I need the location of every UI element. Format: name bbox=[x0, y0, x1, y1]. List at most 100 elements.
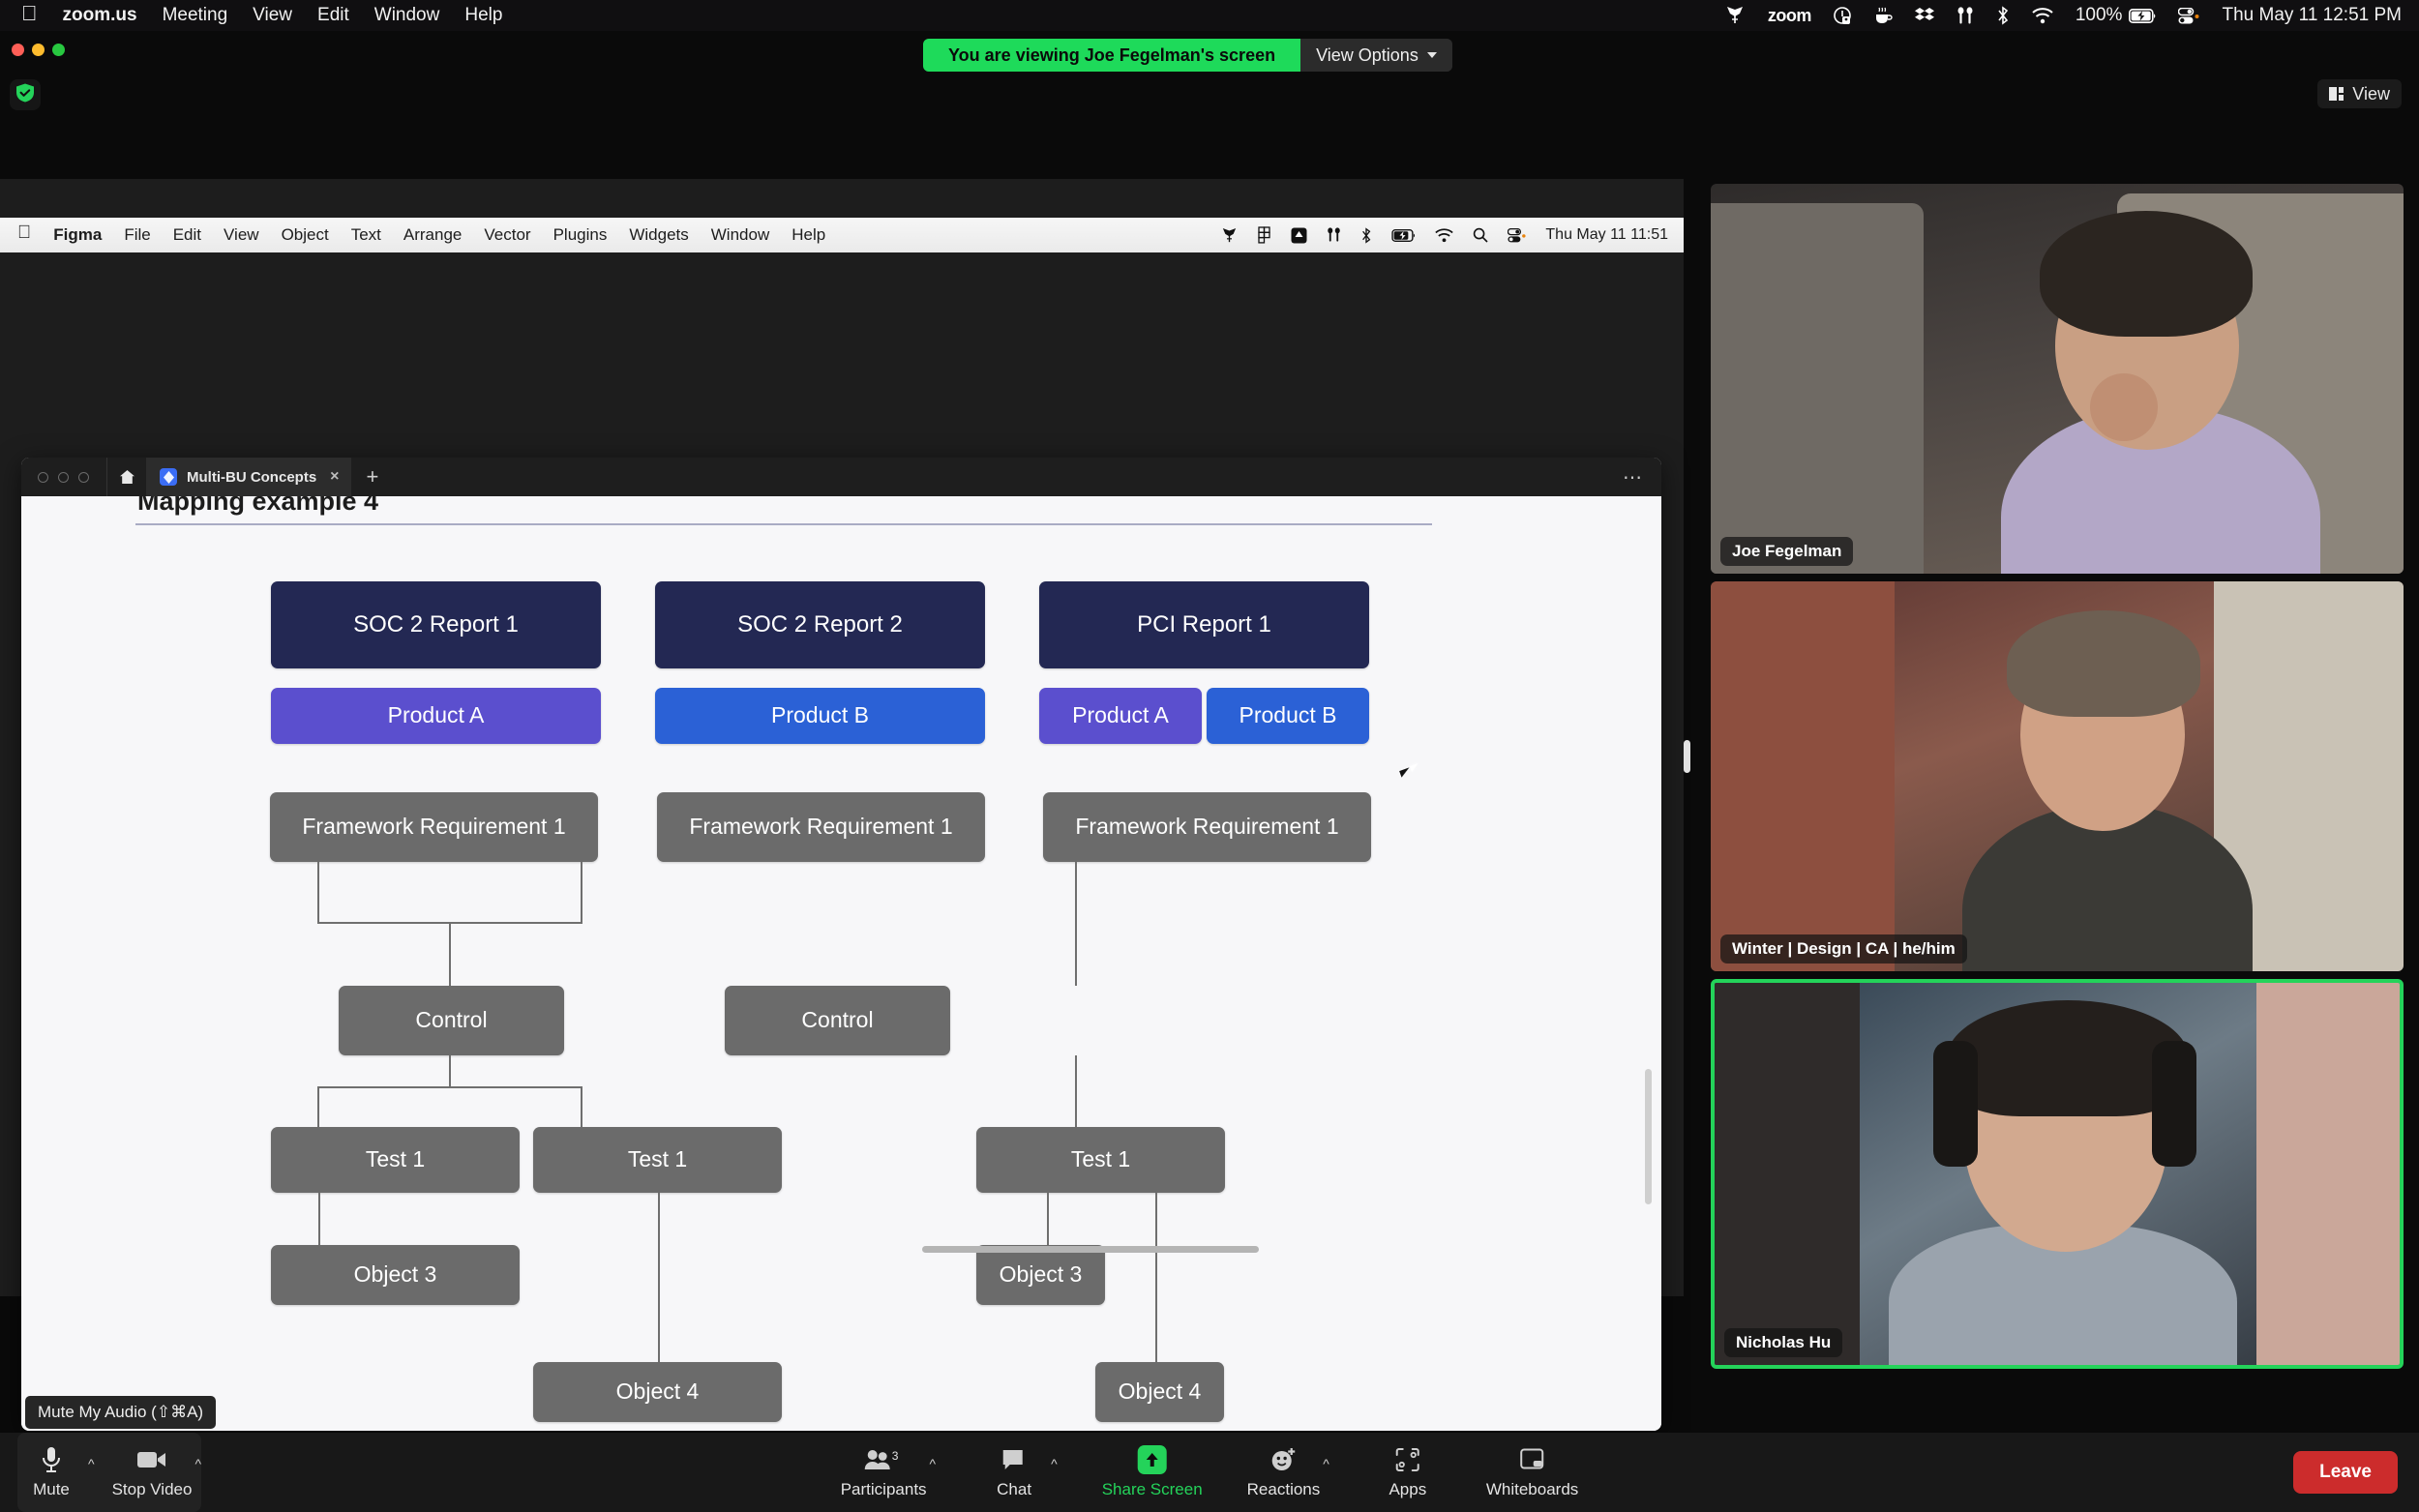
plus-icon[interactable]: + bbox=[367, 464, 379, 489]
chat-button[interactable]: Chat bbox=[980, 1433, 1048, 1512]
figma-menu-vector[interactable]: Vector bbox=[484, 225, 530, 245]
airpods-icon[interactable] bbox=[1956, 6, 1974, 25]
close-window-button[interactable] bbox=[38, 471, 48, 483]
node-product-a-col3[interactable]: Product A bbox=[1039, 688, 1202, 744]
figma-menu-figma[interactable]: Figma bbox=[53, 225, 102, 245]
node-test-1-col2[interactable]: Test 1 bbox=[533, 1127, 782, 1193]
connector bbox=[317, 1086, 581, 1088]
chat-chevron-up-icon[interactable]: ^ bbox=[1051, 1456, 1058, 1471]
node-control-2[interactable]: Control bbox=[725, 986, 950, 1055]
dropbox-icon[interactable] bbox=[1914, 7, 1934, 24]
wifi-icon[interactable] bbox=[2032, 7, 2053, 24]
home-icon[interactable] bbox=[107, 458, 146, 496]
node-object-3-col3[interactable]: Object 3 bbox=[976, 1245, 1105, 1305]
search-icon[interactable] bbox=[1473, 227, 1488, 243]
view-options-button[interactable]: View Options bbox=[1300, 39, 1452, 72]
node-object-3-col1[interactable]: Object 3 bbox=[271, 1245, 520, 1305]
figma-menu-widgets[interactable]: Widgets bbox=[629, 225, 688, 245]
menu-meeting[interactable]: Meeting bbox=[163, 5, 228, 26]
more-options-icon[interactable]: ⋯ bbox=[1623, 465, 1644, 489]
bluetooth-icon[interactable] bbox=[1360, 226, 1372, 244]
node-product-b-col2[interactable]: Product B bbox=[655, 688, 985, 744]
wifi-icon[interactable] bbox=[1435, 227, 1454, 243]
figma-menu-edit[interactable]: Edit bbox=[173, 225, 201, 245]
video-tile-winter[interactable]: Winter | Design | CA | he/him bbox=[1711, 581, 2404, 971]
leave-button[interactable]: Leave bbox=[2293, 1451, 2398, 1494]
node-framework-requirement-3[interactable]: Framework Requirement 1 bbox=[1043, 792, 1371, 862]
menu-edit[interactable]: Edit bbox=[317, 5, 349, 26]
menu-zoom-us[interactable]: zoom.us bbox=[63, 5, 137, 26]
close-window-button[interactable] bbox=[12, 44, 24, 56]
bartender-icon[interactable] bbox=[1724, 7, 1746, 24]
one-password-icon[interactable] bbox=[1834, 6, 1852, 25]
control-center-icon[interactable] bbox=[1508, 227, 1526, 243]
figma-menu-view[interactable]: View bbox=[224, 225, 259, 245]
share-resize-handle[interactable] bbox=[1684, 740, 1690, 773]
reactions-button[interactable]: Reactions bbox=[1247, 1433, 1320, 1512]
node-object-4-col3[interactable]: Object 4 bbox=[1095, 1362, 1224, 1422]
node-test-1-col1[interactable]: Test 1 bbox=[271, 1127, 520, 1193]
control-center-icon[interactable] bbox=[2178, 7, 2199, 24]
video-tile-nicholas-hu[interactable]: Nicholas Hu bbox=[1711, 979, 2404, 1369]
security-shield-icon bbox=[15, 82, 36, 108]
apple-icon[interactable]:  bbox=[17, 222, 31, 244]
reactions-chevron-up-icon[interactable]: ^ bbox=[1323, 1456, 1329, 1471]
shared-screen-region[interactable]:  Figma File Edit View Object Text Arran… bbox=[0, 179, 1684, 1431]
node-soc2-report-1[interactable]: SOC 2 Report 1 bbox=[271, 581, 601, 668]
video-options-chevron-up-icon[interactable]: ^ bbox=[194, 1456, 201, 1471]
dropbox-alt-icon[interactable] bbox=[1291, 227, 1307, 244]
battery-charging-icon[interactable] bbox=[2129, 8, 2156, 23]
node-product-b-col3[interactable]: Product B bbox=[1207, 688, 1369, 744]
apps-button[interactable]: Apps bbox=[1374, 1433, 1442, 1512]
airpods-icon[interactable] bbox=[1327, 227, 1341, 243]
vertical-scrollbar[interactable] bbox=[1645, 1069, 1652, 1204]
apple-icon[interactable]:  bbox=[21, 3, 38, 24]
figma-menu-window[interactable]: Window bbox=[711, 225, 769, 245]
bluetooth-icon[interactable] bbox=[1996, 6, 2010, 25]
share-screen-button[interactable]: Share Screen bbox=[1102, 1433, 1203, 1512]
video-tile-joe-fegelman[interactable]: Joe Fegelman bbox=[1711, 184, 2404, 574]
view-layout-button[interactable]: View bbox=[2317, 79, 2402, 108]
node-pci-report-1[interactable]: PCI Report 1 bbox=[1039, 581, 1369, 668]
figma-menu-file[interactable]: File bbox=[124, 225, 150, 245]
figma-window-controls[interactable] bbox=[38, 471, 89, 483]
menu-view[interactable]: View bbox=[253, 5, 292, 26]
node-object-4-col2[interactable]: Object 4 bbox=[533, 1362, 782, 1422]
menubar-clock[interactable]: Thu May 11 12:51 PM bbox=[2222, 5, 2402, 26]
node-soc2-report-2[interactable]: SOC 2 Report 2 bbox=[655, 581, 985, 668]
figma-menubar-clock[interactable]: Thu May 11 11:51 bbox=[1545, 226, 1668, 244]
security-shield-button[interactable] bbox=[10, 79, 41, 110]
figma-menu-text[interactable]: Text bbox=[351, 225, 381, 245]
figma-canvas[interactable]: Mapping example 4 SOC 2 Report 1 SOC 2 R… bbox=[21, 496, 1661, 1431]
close-icon[interactable]: × bbox=[330, 468, 339, 486]
figma-status-icon[interactable] bbox=[1258, 226, 1271, 244]
figma-menu-object[interactable]: Object bbox=[282, 225, 329, 245]
minimize-window-button[interactable] bbox=[58, 471, 69, 483]
whiteboards-button[interactable]: Whiteboards bbox=[1486, 1433, 1578, 1512]
figma-menu-plugins[interactable]: Plugins bbox=[553, 225, 608, 245]
figma-menu-help[interactable]: Help bbox=[791, 225, 825, 245]
node-test-1-col3[interactable]: Test 1 bbox=[976, 1127, 1225, 1193]
maximize-window-button[interactable] bbox=[52, 44, 65, 56]
minimize-window-button[interactable] bbox=[32, 44, 45, 56]
node-framework-requirement-1[interactable]: Framework Requirement 1 bbox=[270, 792, 598, 862]
menu-help[interactable]: Help bbox=[464, 5, 502, 26]
node-product-a-col1[interactable]: Product A bbox=[271, 688, 601, 744]
zoom-status-icon[interactable]: zoom bbox=[1768, 6, 1812, 26]
coffee-icon[interactable] bbox=[1874, 7, 1893, 25]
maximize-window-button[interactable] bbox=[78, 471, 89, 483]
horizontal-scrollbar[interactable] bbox=[922, 1246, 1259, 1253]
audio-options-chevron-up-icon[interactable]: ^ bbox=[88, 1456, 95, 1471]
stop-video-button[interactable]: Stop Video bbox=[112, 1433, 192, 1512]
window-controls[interactable] bbox=[12, 44, 65, 56]
mute-button[interactable]: Mute bbox=[17, 1433, 85, 1512]
menu-window[interactable]: Window bbox=[374, 5, 440, 26]
bartender-icon[interactable] bbox=[1220, 227, 1239, 243]
participants-chevron-up-icon[interactable]: ^ bbox=[930, 1456, 937, 1471]
participants-button[interactable]: 3 Participants bbox=[841, 1433, 927, 1512]
figma-menu-arrange[interactable]: Arrange bbox=[403, 225, 462, 245]
node-control-1[interactable]: Control bbox=[339, 986, 564, 1055]
node-framework-requirement-2[interactable]: Framework Requirement 1 bbox=[657, 792, 985, 862]
tab-multi-bu-concepts[interactable]: Multi-BU Concepts × bbox=[146, 458, 351, 496]
battery-charging-icon[interactable] bbox=[1391, 228, 1416, 242]
